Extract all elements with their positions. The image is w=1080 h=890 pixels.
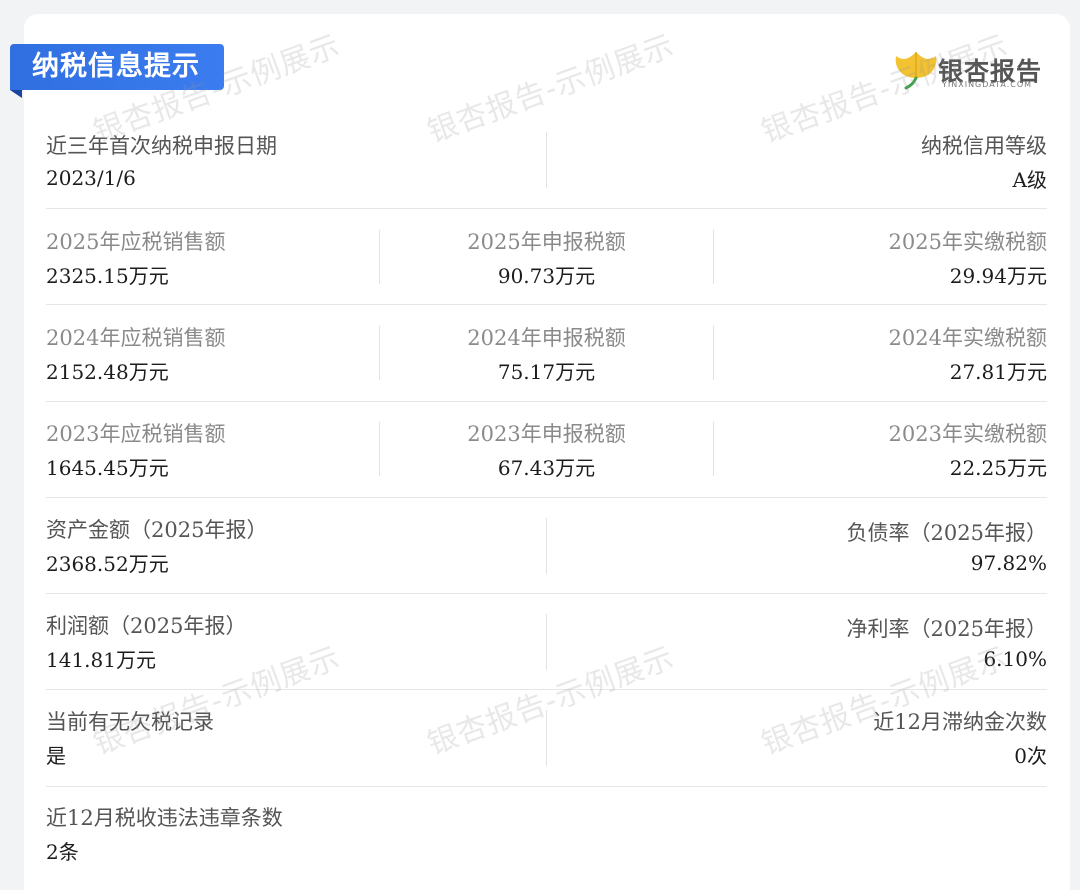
row-arrears: 当前有无欠税记录 是 近12月滞纳金次数 0次 [46, 708, 1047, 787]
sales-2024-value: 2152.48万元 [46, 360, 169, 384]
late-fee-count-cell: 近12月滞纳金次数 0次 [873, 708, 1047, 770]
debt-ratio-value: 97.82% [970, 551, 1047, 575]
debt-ratio-label: 负债率（2025年报） [846, 521, 1047, 545]
paid-tax-2023-value: 22.25万元 [949, 456, 1047, 480]
column-divider [546, 614, 547, 670]
column-divider [713, 422, 714, 476]
paid-tax-2023-label: 2023年实缴税额 [888, 422, 1047, 446]
paid-tax-2024-value: 27.81万元 [949, 360, 1047, 384]
sales-2024-label: 2024年应税销售额 [46, 326, 226, 350]
declared-tax-2025-label: 2025年申报税额 [467, 230, 626, 254]
column-divider [546, 132, 547, 188]
paid-tax-2024-label: 2024年实缴税额 [888, 326, 1047, 350]
assets-value: 2368.52万元 [46, 552, 169, 576]
first-declaration-date-label: 近三年首次纳税申报日期 [46, 134, 277, 158]
column-divider [546, 710, 547, 766]
ginkgo-leaf-icon [895, 52, 937, 90]
late-fee-count-value: 0次 [1014, 744, 1047, 768]
credit-rating-value: A级 [1012, 168, 1047, 192]
sales-2023-cell: 2023年应税销售额 1645.45万元 [46, 420, 225, 482]
declared-tax-2024-label: 2024年申报税额 [467, 326, 626, 350]
sales-2025-value: 2325.15万元 [46, 264, 169, 288]
profit-label: 利润额（2025年报） [46, 614, 247, 638]
declared-tax-2024-value: 75.17万元 [497, 360, 596, 384]
first-declaration-date-value: 2023/1/6 [46, 166, 136, 190]
violations-label: 近12月税收违法违章条数 [46, 806, 283, 830]
profit-cell: 利润额（2025年报） 141.81万元 [46, 612, 246, 674]
row-divider [46, 593, 1047, 594]
row-first-declaration: 近三年首次纳税申报日期 2023/1/6 纳税信用等级 A级 [46, 132, 1047, 209]
declared-tax-2025-value: 90.73万元 [497, 264, 596, 288]
title-ribbon-fold [10, 90, 22, 98]
declared-tax-2023-label: 2023年申报税额 [467, 422, 626, 446]
credit-rating-cell: 纳税信用等级 A级 [921, 132, 1047, 194]
paid-tax-2025-value: 29.94万元 [949, 264, 1047, 288]
tax-arrears-cell: 当前有无欠税记录 是 [46, 708, 214, 770]
row-2024-tax: 2024年应税销售额 2152.48万元 2024年申报税额 75.17万元 2… [46, 324, 1047, 402]
row-2025-tax: 2025年应税销售额 2325.15万元 2025年申报税额 90.73万元 2… [46, 228, 1047, 305]
violations-cell: 近12月税收违法违章条数 2条 [46, 804, 283, 866]
column-divider [546, 518, 547, 574]
sales-2023-label: 2023年应税销售额 [46, 422, 226, 446]
row-divider [46, 401, 1047, 402]
brand-logo: 银杏报告 YINXINGDATA.COM [892, 46, 1052, 92]
tax-arrears-value: 是 [46, 744, 66, 768]
net-margin-cell: 净利率（2025年报） 6.10% [847, 615, 1047, 673]
profit-value: 141.81万元 [46, 648, 156, 672]
section-title: 纳税信息提示 [10, 44, 224, 90]
sales-2024-cell: 2024年应税销售额 2152.48万元 [46, 324, 225, 386]
logo-domain: YINXINGDATA.COM [942, 80, 1033, 89]
assets-label: 资产金额（2025年报） [46, 518, 268, 542]
sales-2025-cell: 2025年应税销售额 2325.15万元 [46, 228, 225, 290]
declared-tax-2024-cell: 2024年申报税额 75.17万元 [380, 324, 713, 386]
column-divider [713, 230, 714, 284]
declared-tax-2023-cell: 2023年申报税额 67.43万元 [380, 420, 713, 482]
paid-tax-2025-label: 2025年实缴税额 [888, 230, 1047, 254]
debt-ratio-cell: 负债率（2025年报） 97.82% [847, 519, 1047, 577]
row-divider [46, 689, 1047, 690]
sales-2023-value: 1645.45万元 [46, 456, 169, 480]
late-fee-count-label: 近12月滞纳金次数 [873, 710, 1047, 734]
row-divider [46, 497, 1047, 498]
paid-tax-2023-cell: 2023年实缴税额 22.25万元 [889, 420, 1047, 482]
row-assets-debt: 资产金额（2025年报） 2368.52万元 负债率（2025年报） 97.82… [46, 516, 1047, 594]
paid-tax-2024-cell: 2024年实缴税额 27.81万元 [889, 324, 1047, 386]
net-margin-label: 净利率（2025年报） [846, 617, 1047, 641]
declared-tax-2023-value: 67.43万元 [497, 456, 596, 480]
credit-rating-label: 纳税信用等级 [921, 134, 1047, 158]
row-profit: 利润额（2025年报） 141.81万元 净利率（2025年报） 6.10% [46, 612, 1047, 690]
row-divider [46, 786, 1047, 787]
column-divider [713, 326, 714, 380]
net-margin-value: 6.10% [983, 647, 1047, 671]
row-divider [46, 208, 1047, 209]
paid-tax-2025-cell: 2025年实缴税额 29.94万元 [889, 228, 1047, 290]
assets-cell: 资产金额（2025年报） 2368.52万元 [46, 516, 267, 578]
first-declaration-date-cell: 近三年首次纳税申报日期 2023/1/6 [46, 132, 277, 192]
row-violations: 近12月税收违法违章条数 2条 [46, 804, 1047, 874]
declared-tax-2025-cell: 2025年申报税额 90.73万元 [380, 228, 713, 290]
violations-value: 2条 [46, 840, 79, 864]
tax-arrears-label: 当前有无欠税记录 [46, 710, 214, 734]
sales-2025-label: 2025年应税销售额 [46, 230, 226, 254]
row-divider [46, 304, 1047, 305]
row-2023-tax: 2023年应税销售额 1645.45万元 2023年申报税额 67.43万元 2… [46, 420, 1047, 498]
